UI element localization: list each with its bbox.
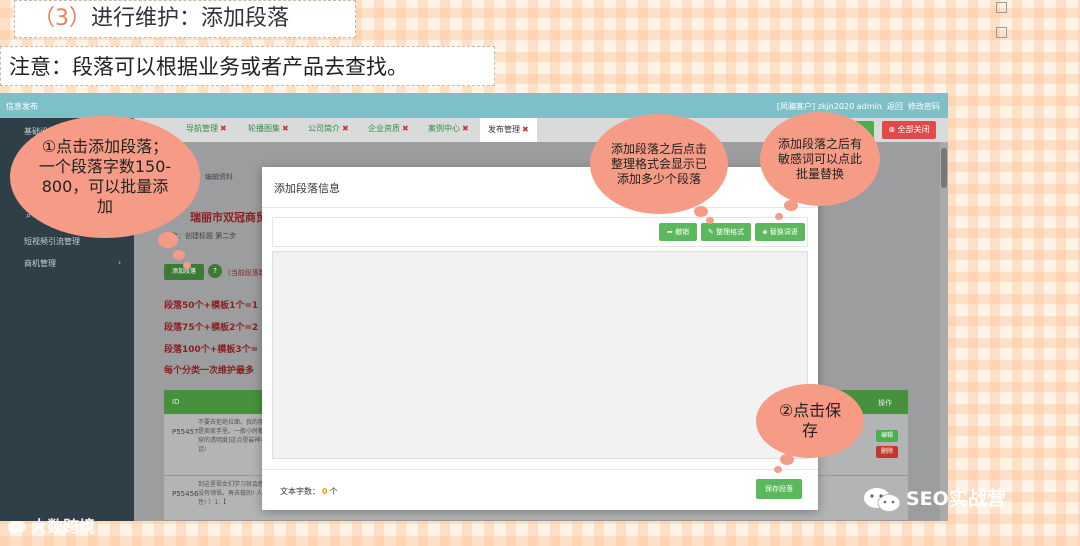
table-head-action: 操作: [878, 399, 892, 407]
back-link[interactable]: 返回: [887, 102, 903, 111]
tab-carousel[interactable]: 轮播图集 ✖: [248, 123, 289, 134]
sidebar-item-label: 短视频引流管理: [24, 237, 80, 246]
help-icon[interactable]: ?: [208, 264, 222, 278]
rule-line-1: 段落50个+模板1个=1: [164, 301, 259, 311]
word-count-unit: 个: [329, 487, 338, 496]
save-paragraph-button[interactable]: 保存段落: [756, 479, 802, 499]
callout-tail: [775, 213, 783, 220]
watermark-label: 大数跨境: [31, 517, 96, 536]
tab-label: 导航管理: [186, 124, 218, 133]
tab-qualification[interactable]: 企业资质 ✖: [368, 123, 409, 134]
wechat-icon: [864, 487, 901, 512]
callout-tail: [784, 200, 798, 211]
undo-button[interactable]: ➦ 撤销: [659, 223, 697, 241]
tab-label: 案例中心: [428, 124, 460, 133]
layout-icon[interactable]: [996, 2, 1007, 13]
tab-label: 企业资质: [368, 124, 400, 133]
close-icon[interactable]: ✖: [462, 124, 469, 133]
row-id: P55457: [172, 428, 199, 436]
divider: [262, 469, 818, 470]
close-all-label: 全部关闭: [897, 125, 930, 134]
company-heading: 瑞丽市双冠商贸: [190, 211, 267, 224]
close-icon[interactable]: ✖: [220, 124, 227, 133]
close-icon[interactable]: ✖: [342, 124, 349, 133]
chevron-right-icon: ›: [118, 258, 122, 267]
scrollbar-thumb[interactable]: [941, 148, 947, 188]
callout-add-paragraph: ①点击添加段落；一个段落字数150-800，可以批量添加: [10, 116, 200, 238]
callout-tail: [706, 217, 714, 224]
seo-badge-label: SEO实战营: [906, 488, 1006, 510]
undo-label: 撤销: [675, 228, 690, 236]
callout-format: 添加段落之后点击整理格式会显示已添加多少个段落: [590, 114, 728, 214]
divider: [262, 207, 818, 208]
step-number: （3）: [33, 6, 91, 31]
modal-title: 添加段落信息: [274, 182, 340, 195]
editor-toolbar: ➦ 撤销 ✎ 整理格式 ◈ 替换词语: [272, 217, 808, 247]
sidebar-item-opportunity[interactable]: 商机管理 ›: [8, 258, 128, 269]
sidebar-item-label: 商机管理: [24, 259, 56, 268]
tab-publish[interactable]: 发布管理 ✖: [480, 118, 537, 142]
scrollbar[interactable]: [940, 142, 948, 521]
user-name: [凤骗客户] zkjn2020 admin: [776, 102, 882, 111]
seo-badge: SEO实战营: [862, 484, 1006, 513]
callout-tail: [173, 250, 185, 260]
slide-title: （3）进行维护：添加段落: [14, 0, 356, 38]
replace-label: 替换词语: [769, 228, 798, 236]
tab-label: 轮播图集: [248, 124, 280, 133]
callout-tail: [774, 466, 782, 473]
change-password-link[interactable]: 修改密码: [908, 102, 940, 111]
step-title: 进行维护：添加段落: [91, 6, 290, 31]
tab-nav[interactable]: 导航管理 ✖: [186, 123, 227, 134]
rule-line-4: 每个分类一次维护最多: [164, 366, 255, 376]
tab-label: 公司简介: [308, 124, 340, 133]
table-head-id: ID: [172, 398, 180, 406]
callout-replace: 添加段落之后有敏感词可以点此批量替换: [760, 112, 880, 206]
replace-words-button[interactable]: ◈ 替换词语: [755, 223, 805, 241]
bg-label: 编辑资料: [205, 173, 233, 181]
close-icon[interactable]: ✖: [282, 124, 289, 133]
callout-tail: [183, 262, 191, 269]
watermark: ↈ 大数跨境: [8, 517, 96, 536]
row-id: P55456: [172, 490, 199, 498]
rule-line-2: 段落75个+模板2个=2: [164, 323, 259, 333]
callout-save: ②点击保存: [756, 384, 864, 458]
close-icon[interactable]: ✖: [522, 125, 529, 134]
format-label: 整理格式: [716, 228, 745, 236]
user-info: [凤骗客户] zkjn2020 admin 返回 修改密码: [777, 101, 940, 112]
format-button[interactable]: ✎ 整理格式: [701, 223, 751, 241]
callout-tail: [694, 206, 708, 217]
tab-label: 发布管理: [488, 125, 520, 134]
sidebar-item-short-video[interactable]: 短视频引流管理: [8, 236, 80, 247]
callout-tail: [780, 454, 794, 465]
word-count-value: 0: [322, 487, 328, 496]
add-paragraph-modal: 添加段落信息 ➦ 撤销 ✎ 整理格式 ◈ 替换词语 文本字数： 0 个 保存段落: [262, 167, 818, 510]
word-count-label: 文本字数：: [280, 487, 320, 496]
word-count: 文本字数： 0 个: [280, 486, 338, 497]
app-brand: 信息发布: [6, 102, 38, 111]
slide-side-icons: [996, 2, 1008, 52]
rule-line-3: 段落100个+模板3个=: [164, 345, 259, 355]
row-text: 到这里翠女们学习就会感觉没有领悟。再去做的! 人性! ）1.【: [198, 481, 271, 506]
settings-icon[interactable]: [996, 27, 1007, 38]
edit-button[interactable]: 编辑: [876, 430, 898, 442]
delete-button[interactable]: 删除: [876, 446, 898, 458]
close-all-button[interactable]: ⊗ 全部关闭: [882, 121, 936, 139]
callout-tail: [158, 232, 178, 248]
current-hint: (当前段落数: [228, 269, 266, 277]
close-icon[interactable]: ✖: [402, 124, 409, 133]
tab-company[interactable]: 公司简介 ✖: [308, 123, 349, 134]
row-text: 不要去拒绝拉面。我的朋友是商家手里。一般小时都看穿的透明度]这点是最神者话!: [198, 419, 271, 453]
paragraph-editor[interactable]: [272, 251, 808, 459]
slide-note: 注意：段落可以根据业务或者产品去查找。: [0, 46, 495, 86]
tab-cases[interactable]: 案例中心 ✖: [428, 123, 469, 134]
